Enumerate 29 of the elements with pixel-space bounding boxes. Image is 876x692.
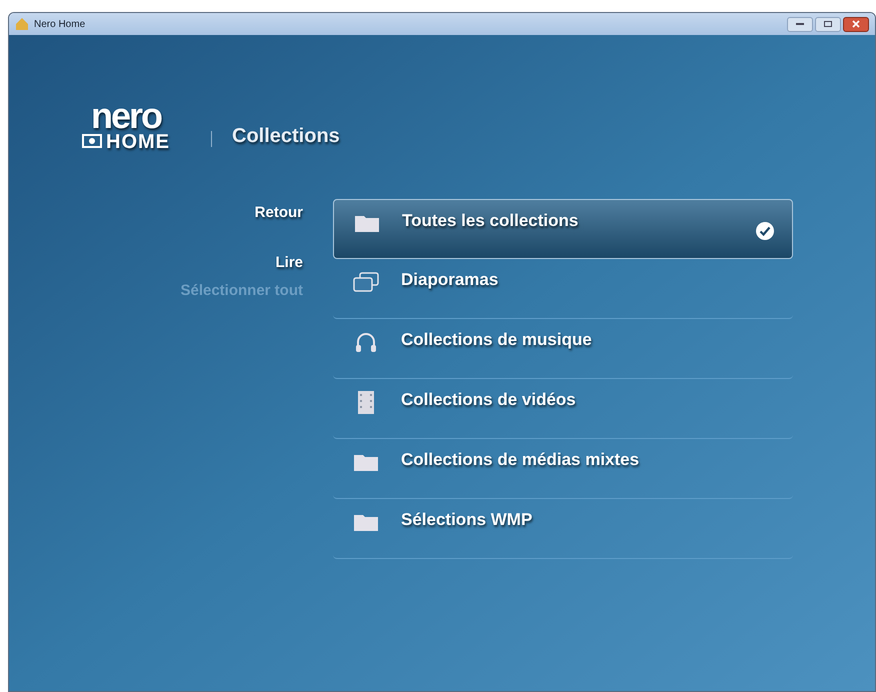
window-title: Nero Home	[34, 18, 86, 32]
film-strip-icon	[356, 389, 376, 415]
collection-label: Sélections WMP	[401, 509, 532, 531]
collection-label: Diaporamas	[401, 269, 498, 291]
collection-item[interactable]: Collections de musique	[333, 319, 793, 379]
maximize-button[interactable]	[815, 16, 841, 32]
house-icon	[15, 17, 29, 31]
collection-item[interactable]: Toutes les collections	[333, 199, 793, 259]
collection-label: Collections de musique	[401, 329, 592, 351]
collection-item[interactable]: Collections de médias mixtes	[333, 439, 793, 499]
close-button[interactable]	[843, 16, 869, 32]
stacked-frames-icon	[353, 272, 379, 292]
minimize-button[interactable]	[787, 16, 813, 32]
close-icon	[852, 20, 860, 28]
collection-item[interactable]: Diaporamas	[333, 259, 793, 319]
collection-item[interactable]: Sélections WMP	[333, 499, 793, 559]
collection-item[interactable]: Collections de vidéos	[333, 379, 793, 439]
folder-icon	[353, 452, 379, 472]
headphones-icon	[355, 331, 377, 353]
collection-label: Collections de médias mixtes	[401, 449, 640, 471]
collection-label: Toutes les collections	[402, 210, 578, 232]
menu-link[interactable]: Retour	[254, 199, 303, 227]
brand-logo: nero HOME	[61, 101, 191, 153]
collection-label: Collections de vidéos	[401, 389, 576, 411]
screen-icon	[82, 134, 102, 150]
page-title: Collections	[232, 124, 340, 149]
menu-link[interactable]: Lire	[275, 249, 303, 277]
folder-icon	[354, 213, 380, 233]
folder-icon	[353, 512, 379, 532]
